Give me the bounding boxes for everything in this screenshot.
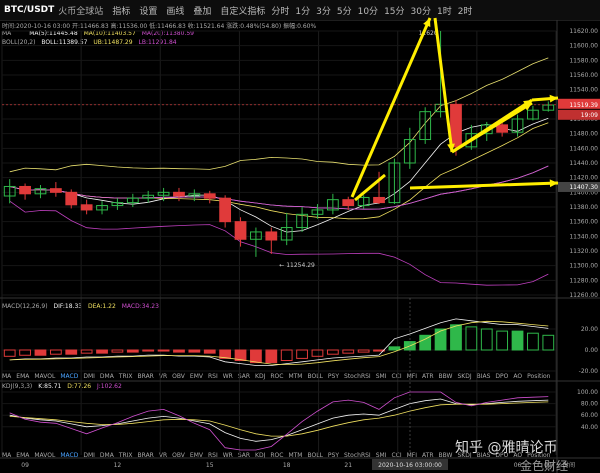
- macd-y-tick: -20.00: [579, 368, 599, 375]
- candle-down: [65, 191, 78, 206]
- ma20-line: [9, 165, 549, 210]
- kdj-y-tick: 60.00: [581, 412, 598, 419]
- y-tick-label: 11280.00: [569, 277, 598, 284]
- watermark-text-2: 金色财经: [520, 458, 568, 473]
- candle-down: [373, 196, 385, 204]
- macd-bar: [496, 330, 509, 351]
- macd-bar: [250, 349, 262, 364]
- macd-bar: [357, 349, 370, 353]
- y-tick-label: 11480.00: [569, 131, 598, 138]
- y-tick-label: 11560.00: [569, 72, 598, 79]
- y-tick-label: 11540.00: [569, 87, 598, 94]
- macd-bar: [465, 326, 478, 351]
- annotation-arrow: [451, 101, 533, 154]
- y-tick-label: 11360.00: [569, 219, 598, 226]
- macd-bar: [65, 349, 78, 355]
- x-tick-label: 21: [344, 462, 352, 469]
- ma5-line: [9, 117, 549, 233]
- candle-down: [19, 185, 31, 195]
- kdj-d-line: [9, 401, 549, 437]
- macd-bar: [19, 349, 31, 356]
- candle-down: [234, 221, 247, 240]
- macd-bar: [434, 328, 447, 351]
- macd-y-tick: 0.00: [585, 347, 599, 354]
- y-tick-label: 11620.00: [569, 28, 598, 35]
- candle-down: [49, 188, 62, 193]
- x-tick-label: 09: [21, 462, 29, 469]
- macd-bar: [511, 330, 524, 351]
- y-tick-label: 11320.00: [569, 248, 598, 255]
- macd-bar: [3, 349, 16, 357]
- macd-bar: [296, 349, 308, 359]
- countdown-label: 19:09: [581, 112, 598, 119]
- y-tick-label: 11340.00: [569, 233, 598, 240]
- crosshair-time-label: 2020-10-16 03:00:00: [378, 462, 442, 469]
- macd-bar: [157, 349, 170, 352]
- macd-y-tick: 20.00: [581, 326, 598, 333]
- boll-lower-line: [9, 200, 549, 286]
- macd-dif-line: [9, 318, 549, 366]
- macd-bar: [111, 349, 124, 353]
- annotation-arrow: [350, 17, 432, 198]
- y-tick-label: 11440.00: [569, 160, 598, 167]
- macd-bar: [173, 349, 185, 353]
- candlestick-chart[interactable]: 11620.00 11600.00 11580.00 11560.00 11540.00…: [0, 0, 600, 473]
- macd-bar: [265, 349, 278, 364]
- macd-bar: [188, 349, 201, 353]
- annotation-arrow: [433, 17, 454, 153]
- kdj-y-tick: 40.00: [581, 424, 598, 431]
- low-price-label: ← 11254.29: [279, 262, 315, 269]
- macd-bar: [280, 349, 293, 361]
- candle-down: [173, 191, 185, 197]
- candle-down: [219, 197, 232, 223]
- macd-bar: [527, 332, 539, 351]
- y-tick-label: 11460.00: [569, 145, 598, 152]
- macd-bar: [480, 328, 493, 351]
- y-tick-label: 11580.00: [569, 57, 598, 64]
- watermark-text: 知乎 @雅晴论币: [455, 439, 557, 456]
- macd-dea-line: [9, 320, 549, 366]
- macd-bar: [203, 349, 216, 354]
- kdj-y-tick: 100.00: [577, 389, 598, 396]
- candle-down: [496, 124, 509, 133]
- macd-bar: [311, 349, 324, 357]
- annotation-arrow: [409, 181, 559, 190]
- macd-bar: [388, 346, 401, 351]
- macd-bar: [450, 324, 462, 351]
- y-tick-label: 11300.00: [569, 263, 598, 270]
- x-tick-label: 15: [206, 462, 214, 469]
- macd-bar: [80, 349, 93, 354]
- candle-down: [203, 193, 216, 199]
- macd-bar: [34, 349, 47, 356]
- boll-mid-line: [9, 165, 549, 210]
- candle-down: [80, 204, 93, 211]
- macd-bar: [142, 349, 155, 352]
- y-tick-label: 11420.00: [569, 175, 598, 182]
- macd-bar: [326, 349, 339, 355]
- macd-bar: [49, 349, 62, 355]
- mark-price-label: 11407.30: [569, 184, 598, 191]
- candle-down: [450, 103, 462, 148]
- macd-bar: [126, 349, 139, 353]
- y-tick-label: 11380.00: [569, 204, 598, 211]
- x-tick-label: 12: [114, 462, 122, 469]
- macd-bar: [96, 349, 108, 354]
- macd-bar: [342, 349, 355, 354]
- current-price-label: 11519.39: [569, 102, 598, 109]
- candle-down: [342, 199, 355, 207]
- candle-down: [265, 231, 278, 241]
- kdj-y-tick: 80.00: [581, 401, 598, 408]
- macd-bar: [542, 334, 555, 351]
- x-tick-label: 18: [283, 462, 291, 469]
- y-tick-label: 11600.00: [569, 43, 598, 50]
